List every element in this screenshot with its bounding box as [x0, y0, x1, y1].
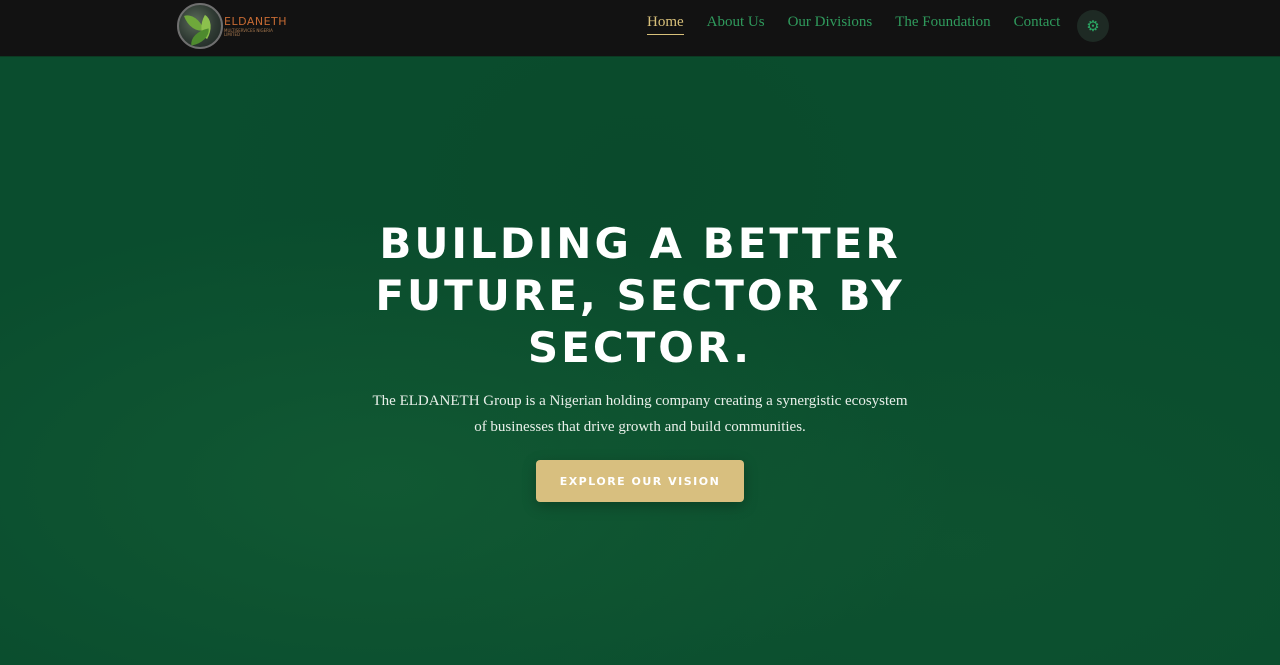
hero-subtitle: The ELDANETH Group is a Nigerian holding…: [372, 393, 908, 435]
sun-icon: ⚙: [1086, 17, 1100, 35]
logo-emblem-icon: [177, 3, 223, 49]
theme-toggle-button[interactable]: ⚙: [1077, 10, 1109, 42]
hero-section: BUILDING A BETTER FUTURE, SECTOR BY SECT…: [0, 58, 1280, 665]
main-nav: Home About Us Our Divisions The Foundati…: [647, 13, 1083, 37]
nav-link-the-foundation[interactable]: The Foundation: [895, 13, 990, 35]
explore-vision-button[interactable]: EXPLORE OUR VISION: [536, 460, 744, 502]
nav-link-home[interactable]: Home: [647, 13, 684, 35]
brand-name: ELDANETH: [224, 14, 288, 28]
top-navbar: ELDANETH MULTISERVICES NIGERIA LIMITED H…: [0, 0, 1280, 57]
nav-link-about-us[interactable]: About Us: [707, 13, 765, 35]
brand-tagline: MULTISERVICES NIGERIA LIMITED: [224, 27, 273, 37]
hero-title: BUILDING A BETTER FUTURE, SECTOR BY SECT…: [375, 219, 905, 372]
nav-link-contact[interactable]: Contact: [1014, 13, 1061, 35]
nav-link-our-divisions[interactable]: Our Divisions: [788, 13, 873, 35]
brand-logo[interactable]: ELDANETH MULTISERVICES NIGERIA LIMITED: [177, 2, 287, 50]
